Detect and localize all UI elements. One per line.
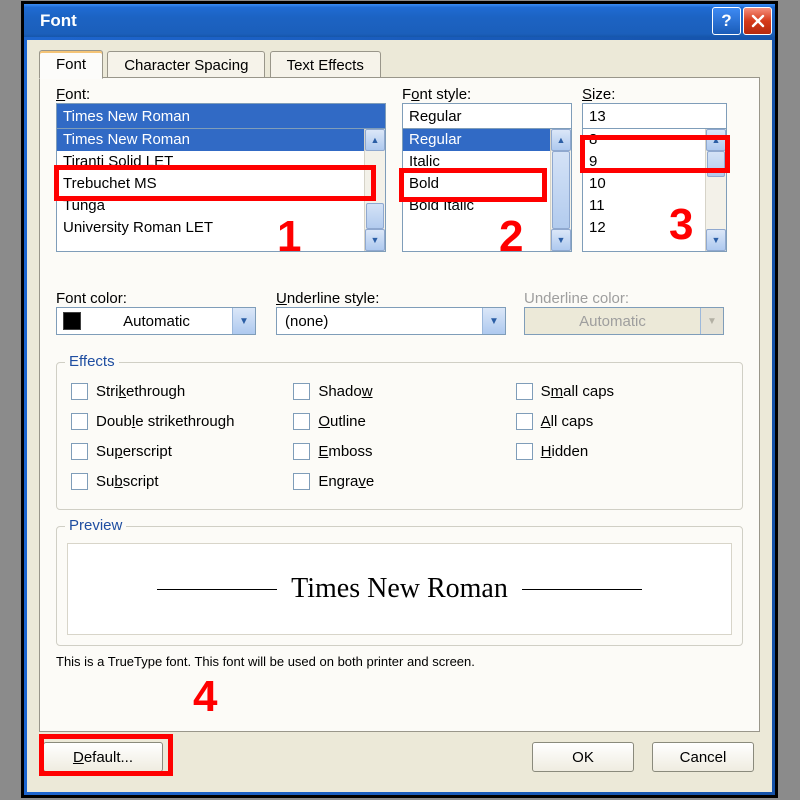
font-input[interactable]: [56, 103, 386, 129]
dialog-buttons: Default... OK Cancel: [43, 742, 754, 774]
chevron-down-icon: ▼: [700, 308, 723, 334]
scroll-thumb[interactable]: [552, 151, 570, 229]
dialog-title: Font: [40, 11, 77, 31]
scrollbar[interactable]: ▲ ▼: [705, 129, 726, 251]
scrollbar[interactable]: ▲ ▼: [550, 129, 571, 251]
ok-button[interactable]: OK: [532, 742, 634, 772]
underline-color-label: Underline color:: [524, 290, 724, 307]
underline-style-dropdown[interactable]: (none) ▼: [276, 307, 506, 335]
font-style-label: Font style:: [402, 86, 572, 103]
list-item[interactable]: 11: [583, 195, 706, 217]
list-item[interactable]: Regular: [403, 129, 551, 151]
default-button[interactable]: Default...: [43, 742, 163, 772]
preview-area: Times New Roman: [67, 543, 732, 635]
font-color-value: Automatic: [81, 313, 232, 330]
font-label: Font:: [56, 86, 386, 103]
checkbox-allcaps[interactable]: All caps: [516, 413, 728, 430]
underline-color-dropdown: Automatic ▼: [524, 307, 724, 335]
checkbox-hidden[interactable]: Hidden: [516, 443, 728, 460]
checkbox-superscript[interactable]: Superscript: [71, 443, 283, 460]
checkbox-emboss[interactable]: Emboss: [293, 443, 505, 460]
tab-font[interactable]: Font: [39, 50, 103, 79]
close-button[interactable]: [743, 7, 772, 35]
titlebar: Font ?: [24, 4, 775, 37]
underline-style-value: (none): [277, 313, 482, 330]
font-color-label: Font color:: [56, 290, 256, 307]
tabpanel-font: Font: Times New Roman Tiranti Solid LET …: [39, 77, 760, 732]
preview-groupbox: Preview Times New Roman: [56, 526, 743, 646]
tab-text-effects[interactable]: Text Effects: [270, 51, 381, 79]
size-listbox[interactable]: 8 9 10 11 12 ▲ ▼: [582, 128, 727, 252]
preview-rule-right: [522, 589, 642, 590]
scroll-track[interactable]: [551, 151, 571, 229]
checkbox-engrave[interactable]: Engrave: [293, 473, 505, 490]
list-item[interactable]: University Roman LET: [57, 217, 365, 239]
effects-legend: Effects: [65, 353, 119, 370]
list-item[interactable]: Tunga: [57, 195, 365, 217]
list-item[interactable]: Times New Roman: [57, 129, 365, 151]
cancel-button[interactable]: Cancel: [652, 742, 754, 772]
list-item[interactable]: 9: [583, 151, 706, 173]
list-item[interactable]: Bold: [403, 173, 551, 195]
scroll-down-icon[interactable]: ▼: [706, 229, 726, 251]
scroll-up-icon[interactable]: ▲: [365, 129, 385, 151]
checkbox-shadow[interactable]: Shadow: [293, 383, 505, 400]
checkbox-double-strikethrough[interactable]: Double strikethrough: [71, 413, 283, 430]
client-area: Font Character Spacing Text Effects Font…: [27, 40, 772, 792]
font-style-listbox[interactable]: Regular Italic Bold Bold Italic ▲ ▼: [402, 128, 572, 252]
font-color-dropdown[interactable]: Automatic ▼: [56, 307, 256, 335]
underline-style-label: Underline style:: [276, 290, 506, 307]
list-item[interactable]: Tiranti Solid LET: [57, 151, 365, 173]
scrollbar[interactable]: ▲ ▼: [364, 129, 385, 251]
font-description-text: This is a TrueType font. This font will …: [56, 654, 475, 669]
scroll-down-icon[interactable]: ▼: [365, 229, 385, 251]
scroll-thumb[interactable]: [366, 203, 384, 229]
checkbox-outline[interactable]: Outline: [293, 413, 505, 430]
checkbox-subscript[interactable]: Subscript: [71, 473, 283, 490]
tabstrip: Font Character Spacing Text Effects: [39, 50, 760, 78]
list-item[interactable]: 12: [583, 217, 706, 239]
chevron-down-icon: ▼: [232, 308, 255, 334]
size-label: Size:: [582, 86, 727, 103]
font-style-input[interactable]: [402, 103, 572, 129]
list-item[interactable]: Trebuchet MS: [57, 173, 365, 195]
effects-groupbox: Effects Strikethrough Shadow Small caps …: [56, 362, 743, 510]
preview-sample-text: Times New Roman: [291, 573, 508, 605]
underline-color-value: Automatic: [525, 313, 700, 330]
font-dialog: Font ? Font Character Spacing Text Effec…: [21, 1, 778, 798]
list-item[interactable]: 8: [583, 129, 706, 151]
list-item[interactable]: 10: [583, 173, 706, 195]
help-button[interactable]: ?: [712, 7, 741, 35]
tab-character-spacing[interactable]: Character Spacing: [107, 51, 265, 79]
scroll-track[interactable]: [365, 151, 385, 229]
close-icon: [751, 14, 765, 28]
size-input[interactable]: [582, 103, 727, 129]
checkbox-smallcaps[interactable]: Small caps: [516, 383, 728, 400]
color-swatch-icon: [63, 312, 81, 330]
scroll-track[interactable]: [706, 151, 726, 229]
scroll-up-icon[interactable]: ▲: [706, 129, 726, 151]
scroll-down-icon[interactable]: ▼: [551, 229, 571, 251]
list-item[interactable]: Italic: [403, 151, 551, 173]
scroll-thumb[interactable]: [707, 151, 725, 177]
preview-rule-left: [157, 589, 277, 590]
list-item[interactable]: Bold Italic: [403, 195, 551, 217]
scroll-up-icon[interactable]: ▲: [551, 129, 571, 151]
checkbox-strikethrough[interactable]: Strikethrough: [71, 383, 283, 400]
font-listbox[interactable]: Times New Roman Tiranti Solid LET Trebuc…: [56, 128, 386, 252]
chevron-down-icon: ▼: [482, 308, 505, 334]
preview-legend: Preview: [65, 517, 126, 534]
